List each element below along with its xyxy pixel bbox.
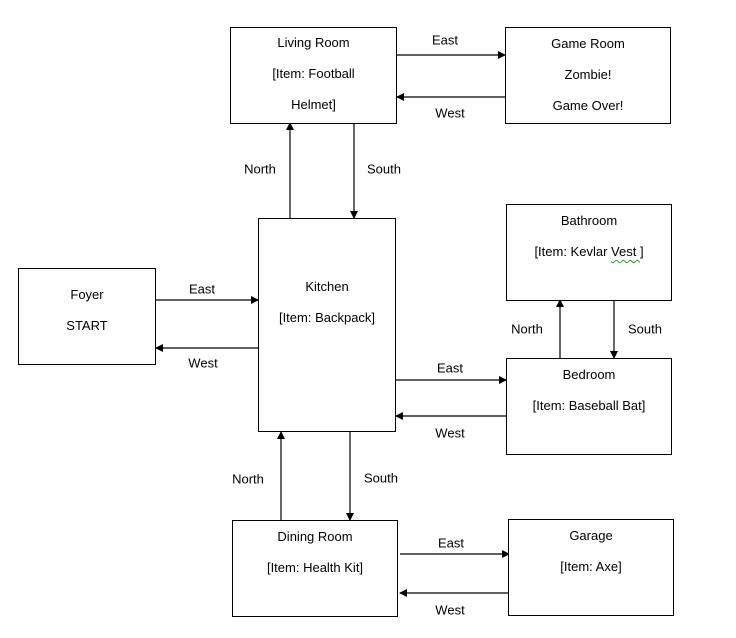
room-item: [Item: Kevlar Vest ]	[507, 236, 671, 267]
label-dining-garage-east: East	[437, 535, 465, 551]
label-game-living-west: West	[435, 105, 465, 121]
room-item-cont: Helmet]	[291, 97, 336, 112]
label-kitchen-dining-south: South	[364, 470, 398, 486]
room-name: Game Room	[551, 36, 625, 51]
label-kitchen-foyer-west: West	[188, 355, 218, 371]
room-status-2: Game Over!	[552, 98, 624, 113]
label-foyer-kitchen-east: East	[188, 281, 216, 297]
room-living-room: Living Room [Item: Football Helmet]	[230, 27, 397, 124]
room-item: [Item: Health Kit]	[266, 560, 364, 575]
label-garage-dining-west: West	[435, 602, 465, 618]
room-garage: Garage [Item: Axe]	[508, 519, 674, 616]
label-bedroom-kitchen-west: West	[435, 425, 465, 441]
room-bathroom: Bathroom [Item: Kevlar Vest ]	[506, 204, 672, 301]
room-item: [Item: Baseball Bat]	[532, 398, 646, 413]
room-name: Kitchen	[305, 279, 349, 294]
label-living-kitchen-south: South	[367, 161, 401, 177]
room-name: Bathroom	[560, 213, 618, 228]
room-foyer: Foyer START	[18, 268, 156, 365]
label-bathroom-bedroom-south: South	[628, 321, 662, 337]
label-bedroom-bathroom-north: North	[511, 321, 543, 337]
room-bedroom: Bedroom [Item: Baseball Bat]	[506, 358, 672, 455]
room-name: Garage	[569, 528, 613, 543]
item-text: [Item: Kevlar	[534, 244, 612, 259]
room-status: START	[66, 318, 108, 333]
room-game-room: Game Room Zombie! Game Over!	[505, 27, 671, 124]
room-name: Dining Room	[277, 529, 353, 544]
label-living-game-east: East	[431, 32, 459, 48]
room-status: Zombie!	[564, 67, 612, 82]
label-kitchen-bedroom-east: East	[436, 360, 464, 376]
label-kitchen-living-north: North	[244, 161, 276, 177]
room-name: Foyer	[70, 287, 104, 302]
room-dining-room: Dining Room [Item: Health Kit]	[232, 520, 398, 617]
label-dining-kitchen-north: North	[232, 471, 264, 487]
room-name: Bedroom	[562, 367, 616, 382]
room-item: [Item: Backpack]	[278, 310, 376, 325]
room-name: Living Room	[277, 35, 350, 50]
item-bracket: ]	[639, 244, 644, 259]
room-item: [Item: Football	[272, 66, 355, 81]
room-kitchen: Kitchen [Item: Backpack]	[258, 218, 396, 432]
room-item: [Item: Axe]	[560, 559, 622, 574]
spellcheck-flagged-word: Vest	[611, 244, 640, 259]
